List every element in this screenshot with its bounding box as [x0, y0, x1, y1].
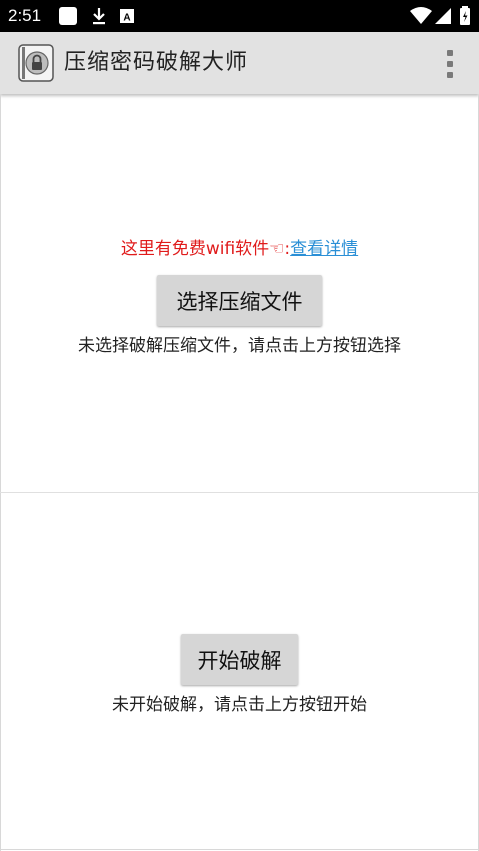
promo-details-link[interactable]: 查看详情	[290, 239, 358, 259]
status-time: 2:51	[8, 6, 42, 25]
promo-text: 这里有免费wifi软件☜:	[120, 239, 291, 259]
content-border-bottom	[0, 849, 479, 850]
app-bar: 压缩密码破解大师	[0, 32, 479, 94]
battery-icon	[460, 6, 470, 25]
app-notification-icon	[59, 7, 77, 25]
status-bar: 2:51 A	[0, 0, 479, 32]
crack-status-text: 未开始破解，请点击上方按钮开始	[112, 695, 367, 715]
select-archive-button[interactable]: 选择压缩文件	[157, 275, 322, 326]
svg-text:A: A	[123, 13, 130, 24]
content-border-left	[0, 94, 1, 851]
zip-lock-icon	[18, 44, 54, 82]
section-divider	[0, 492, 479, 493]
download-icon	[93, 8, 105, 25]
keyboard-a-icon: A	[120, 9, 134, 24]
wifi-icon	[410, 7, 432, 24]
signal-icon	[435, 8, 451, 24]
promo-line: 这里有免费wifi软件☜:查看详情	[0, 236, 479, 262]
start-crack-button[interactable]: 开始破解	[181, 634, 298, 685]
file-status-text: 未选择破解压缩文件，请点击上方按钮选择	[78, 336, 401, 356]
app-title: 压缩密码破解大师	[64, 50, 249, 75]
overflow-menu-icon[interactable]	[443, 50, 457, 78]
